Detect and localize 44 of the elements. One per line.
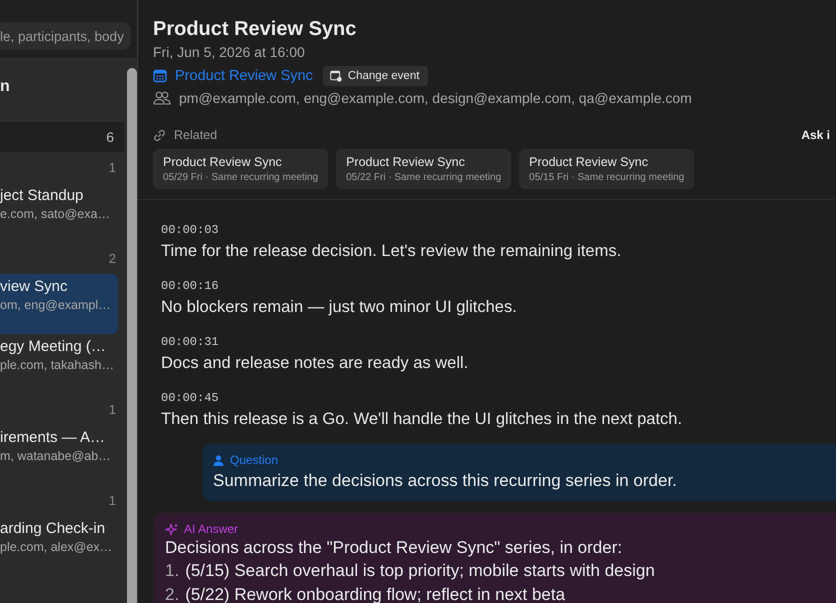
meeting-list-item[interactable]: arding Check-in ple.com, alex@ex… (0, 516, 118, 576)
question-label: Question (230, 453, 278, 467)
meeting-title: Product Review Sync (153, 17, 356, 42)
calendar-icon (153, 68, 167, 82)
transcript-text: Docs and release notes are ready as well. (161, 353, 468, 374)
timestamp: 00:00:03 (161, 222, 219, 238)
question-text: Summarize the decisions across this recurring series in order. (213, 470, 677, 492)
answer-label: AI Answer (184, 522, 238, 536)
people-icon (153, 91, 171, 105)
meeting-count: 1 (108, 401, 116, 419)
timestamp: 00:00:16 (161, 278, 219, 294)
search-field[interactable]: le, participants, body (0, 22, 131, 50)
related-meeting-card[interactable]: Product Review Sync 05/15 Fri · Same recurring meeting (519, 149, 694, 189)
meeting-count: 1 (108, 159, 116, 177)
transcript-text: Time for the release decision. Let's review the remaining items. (161, 241, 622, 262)
decision-text: (5/15) Search overhaul is top priority; mobile starts with design (185, 561, 655, 581)
transcript-text: Then this release is a Go. We'll handle the UI glitches in the next patch. (161, 409, 682, 430)
calendar-event-link[interactable]: Product Review Sync (175, 68, 313, 84)
list-number: 1. (165, 561, 180, 581)
meeting-count: 1 (108, 492, 116, 510)
ask-button[interactable]: Ask i (801, 128, 830, 142)
related-meeting-card[interactable]: Product Review Sync 05/22 Fri · Same recurring meeting (336, 149, 512, 189)
sparkle-icon (165, 522, 178, 536)
related-meeting-card[interactable]: Product Review Sync 05/29 Fri · Same recurring meeting (153, 149, 328, 189)
scrollbar[interactable] (127, 68, 137, 603)
sidebar-heading: n (0, 77, 11, 97)
meeting-list-item[interactable]: ject Standup e.com, sato@exa… (0, 183, 118, 243)
answer-intro: Decisions across the "Product Review Sync" series, in order: (165, 537, 622, 559)
meeting-list-item[interactable]: egy Meeting (… ple.com, takahash… (0, 334, 118, 394)
link-icon (153, 128, 166, 142)
group-header[interactable]: 6 (0, 122, 124, 152)
meeting-list-item[interactable]: view Sync om, eng@exampl… (0, 274, 118, 334)
calendar-edit-icon (330, 70, 342, 82)
meeting-count: 2 (108, 250, 116, 268)
participant-list: pm@example.com, eng@example.com, design@example.com, qa@example.com (179, 90, 692, 106)
person-icon (213, 454, 224, 466)
timestamp: 00:00:31 (161, 334, 219, 350)
meeting-date: Fri, Jun 5, 2026 at 16:00 (153, 43, 305, 62)
related-label: Related (174, 128, 218, 142)
change-event-button[interactable]: Change event (322, 66, 428, 86)
list-number: 2. (165, 585, 180, 603)
timestamp: 00:00:45 (161, 390, 219, 406)
transcript-text: No blockers remain — just two minor UI glitches. (161, 297, 517, 318)
meeting-list-item[interactable]: irements — A… m, watanabe@ab… (0, 425, 118, 485)
